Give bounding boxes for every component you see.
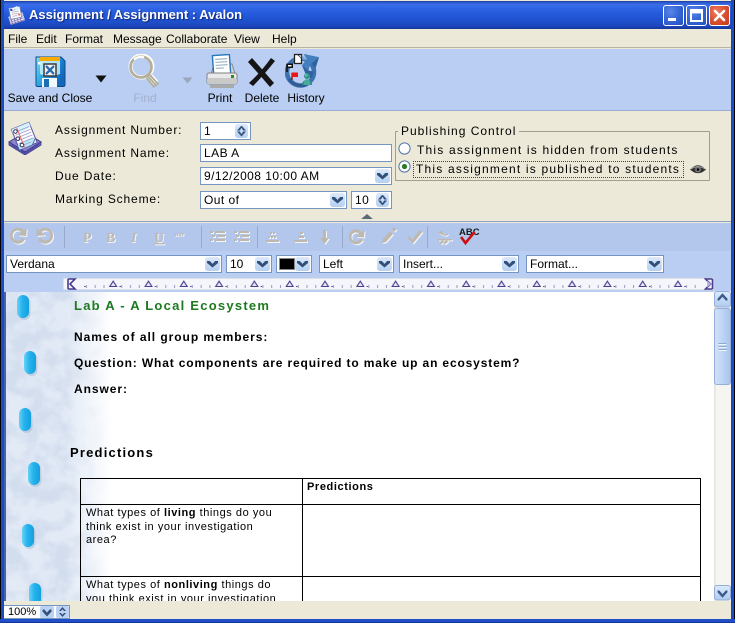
svg-text:U: U	[154, 231, 164, 246]
svg-text:B: B	[106, 231, 115, 246]
svg-text:P: P	[83, 231, 92, 246]
svg-text:I: I	[130, 231, 137, 246]
svg-text:“”: “”	[174, 232, 184, 243]
